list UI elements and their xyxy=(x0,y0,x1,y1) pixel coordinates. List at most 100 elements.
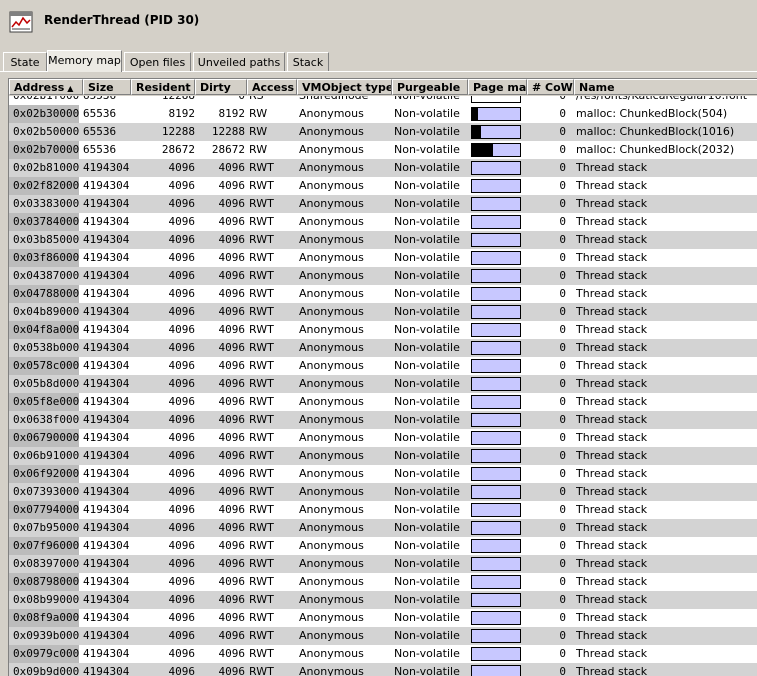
table-row[interactable]: 0x04788000 4194304 4096 4096 RWT Anonymous Non… xyxy=(9,285,757,303)
cow-cell: 0 xyxy=(559,251,566,264)
cow-cell: 0 xyxy=(559,647,566,660)
page-map-bar xyxy=(471,215,521,229)
table-row[interactable]: 0x03f86000 4194304 4096 4096 RWT Anonymous Non… xyxy=(9,249,757,267)
size-cell: 4194304 xyxy=(83,305,129,318)
table-row[interactable]: 0x07393000 4194304 4096 4096 RWT Anonymous Non… xyxy=(9,483,757,501)
size-cell: 4194304 xyxy=(83,269,129,282)
name-cell: malloc: ChunkedBlock(504) xyxy=(576,107,728,120)
resident-cell: 4096 xyxy=(168,503,196,516)
purgeable-cell: Non-volatile xyxy=(394,305,460,318)
table-row[interactable]: 0x03b85000 4194304 4096 4096 RWT Anonymous Non… xyxy=(9,231,757,249)
table-row[interactable]: 0x0638f000 4194304 4096 4096 RWT Anonymous Non… xyxy=(9,411,757,429)
resident-cell: 4096 xyxy=(168,449,196,462)
vmobject-cell: Anonymous xyxy=(299,503,364,516)
column-header-name[interactable]: Name xyxy=(574,79,757,95)
purgeable-cell: Non-volatile xyxy=(394,467,460,480)
table-row[interactable]: 0x09b9d000 4194304 4096 4096 RWT Anonymous Non… xyxy=(9,663,757,676)
column-header-dirty[interactable]: Dirty xyxy=(195,79,247,95)
column-header-page-map[interactable]: Page map xyxy=(468,79,527,95)
page-map-bar xyxy=(471,269,521,283)
vmobject-cell: Anonymous xyxy=(299,449,364,462)
table-row[interactable]: 0x03383000 4194304 4096 4096 RWT Anonymous Non… xyxy=(9,195,757,213)
purgeable-cell: Non-volatile xyxy=(394,629,460,642)
purgeable-cell: Non-volatile xyxy=(394,179,460,192)
dirty-cell: 4096 xyxy=(218,215,246,228)
size-cell: 4194304 xyxy=(83,341,129,354)
table-row[interactable]: 0x05b8d000 4194304 4096 4096 RWT Anonymous Non… xyxy=(9,375,757,393)
table-row[interactable]: 0x02b70000 65536 28672 28672 RW Anonymous Non-… xyxy=(9,141,757,159)
page-map-bar xyxy=(471,413,521,427)
table-row[interactable]: 0x02b30000 65536 8192 8192 RW Anonymous Non-vo… xyxy=(9,105,757,123)
resident-cell: 8192 xyxy=(168,107,196,120)
purgeable-cell: Non-volatile xyxy=(394,413,460,426)
name-cell: Thread stack xyxy=(576,323,648,336)
table-row[interactable]: 0x0939b000 4194304 4096 4096 RWT Anonymous Non… xyxy=(9,627,757,645)
column-header-purgeable[interactable]: Purgeable xyxy=(392,79,468,95)
table-row[interactable]: 0x04387000 4194304 4096 4096 RWT Anonymous Non… xyxy=(9,267,757,285)
column-header-resident[interactable]: Resident xyxy=(131,79,195,95)
resident-cell: 4096 xyxy=(168,161,196,174)
table-row[interactable]: 0x06790000 4194304 4096 4096 RWT Anonymous Non… xyxy=(9,429,757,447)
table-row[interactable]: 0x06f92000 4194304 4096 4096 RWT Anonymous Non… xyxy=(9,465,757,483)
table-row[interactable]: 0x04b89000 4194304 4096 4096 RWT Anonymous Non… xyxy=(9,303,757,321)
resident-cell: 4096 xyxy=(168,611,196,624)
column-header-address[interactable]: Address ▲ xyxy=(9,79,83,95)
table-row[interactable]: 0x05f8e000 4194304 4096 4096 RWT Anonymous Non… xyxy=(9,393,757,411)
dirty-cell: 28672 xyxy=(211,143,245,156)
table-row[interactable]: 0x07f96000 4194304 4096 4096 RWT Anonymous Non… xyxy=(9,537,757,555)
cow-cell: 0 xyxy=(559,395,566,408)
table-row[interactable]: 0x03784000 4194304 4096 4096 RWT Anonymous Non… xyxy=(9,213,757,231)
size-cell: 4194304 xyxy=(83,467,129,480)
dirty-cell: 4096 xyxy=(218,269,246,282)
access-cell: RWT xyxy=(249,341,274,354)
cow-cell: 0 xyxy=(559,413,566,426)
memory-map-table[interactable]: Address ▲ Size Resident Dirty Access VMOb… xyxy=(8,78,757,676)
vmobject-cell: Anonymous xyxy=(299,377,364,390)
tab-stack[interactable]: Stack xyxy=(287,52,329,71)
table-row[interactable]: 0x02b81000 4194304 4096 4096 RWT Anonymous Non… xyxy=(9,159,757,177)
resident-cell: 28672 xyxy=(161,143,195,156)
page-map-bar xyxy=(471,125,521,139)
tab-state[interactable]: State xyxy=(3,52,47,71)
table-row[interactable]: 0x02f82000 4194304 4096 4096 RWT Anonymous Non… xyxy=(9,177,757,195)
purgeable-cell: Non-volatile xyxy=(394,251,460,264)
vmobject-cell: Anonymous xyxy=(299,395,364,408)
table-row[interactable]: 0x04f8a000 4194304 4096 4096 RWT Anonymous Non… xyxy=(9,321,757,339)
page-map-bar xyxy=(471,161,521,175)
table-row[interactable]: 0x06b91000 4194304 4096 4096 RWT Anonymous Non… xyxy=(9,447,757,465)
dirty-cell: 4096 xyxy=(218,485,246,498)
tab-unveiled-paths[interactable]: Unveiled paths xyxy=(193,52,285,71)
table-header: Address ▲ Size Resident Dirty Access VMOb… xyxy=(9,79,757,96)
column-header-access[interactable]: Access xyxy=(247,79,297,95)
name-cell: Thread stack xyxy=(576,269,648,282)
address-cell: 0x08f9a000 xyxy=(13,611,79,624)
column-header-size[interactable]: Size xyxy=(83,79,131,95)
purgeable-cell: Non-volatile xyxy=(394,485,460,498)
table-row[interactable]: 0x02b50000 65536 12288 12288 RW Anonymous Non-… xyxy=(9,123,757,141)
vmobject-cell: Anonymous xyxy=(299,305,364,318)
column-header-vmobject-type[interactable]: VMObject type xyxy=(297,79,392,95)
resident-cell: 4096 xyxy=(168,413,196,426)
page-map-bar xyxy=(471,305,521,319)
size-cell: 4194304 xyxy=(83,593,129,606)
table-row[interactable]: 0x07b95000 4194304 4096 4096 RWT Anonymous Non… xyxy=(9,519,757,537)
table-row[interactable]: 0x0979c000 4194304 4096 4096 RWT Anonymous Non… xyxy=(9,645,757,663)
column-header-cow[interactable]: # CoW xyxy=(527,79,574,95)
vmobject-cell: Anonymous xyxy=(299,215,364,228)
vmobject-cell: Anonymous xyxy=(299,251,364,264)
tab-memory-map[interactable]: Memory map xyxy=(47,50,122,72)
resident-cell: 4096 xyxy=(168,629,196,642)
table-row[interactable]: 0x0538b000 4194304 4096 4096 RWT Anonymous Non… xyxy=(9,339,757,357)
table-row[interactable]: 0x08397000 4194304 4096 4096 RWT Anonymous Non… xyxy=(9,555,757,573)
table-row[interactable]: 0x08b99000 4194304 4096 4096 RWT Anonymous Non… xyxy=(9,591,757,609)
table-row[interactable]: 0x0578c000 4194304 4096 4096 RWT Anonymous Non… xyxy=(9,357,757,375)
purgeable-cell: Non-volatile xyxy=(394,341,460,354)
purgeable-cell: Non-volatile xyxy=(394,593,460,606)
table-row[interactable]: 0x07794000 4194304 4096 4096 RWT Anonymous Non… xyxy=(9,501,757,519)
size-cell: 4194304 xyxy=(83,629,129,642)
table-row[interactable]: 0x08f9a000 4194304 4096 4096 RWT Anonymous Non… xyxy=(9,609,757,627)
table-row[interactable]: 0x08798000 4194304 4096 4096 RWT Anonymous Non… xyxy=(9,573,757,591)
purgeable-cell: Non-volatile xyxy=(394,539,460,552)
tab-open-files[interactable]: Open files xyxy=(124,52,191,71)
vmobject-cell: Anonymous xyxy=(299,341,364,354)
